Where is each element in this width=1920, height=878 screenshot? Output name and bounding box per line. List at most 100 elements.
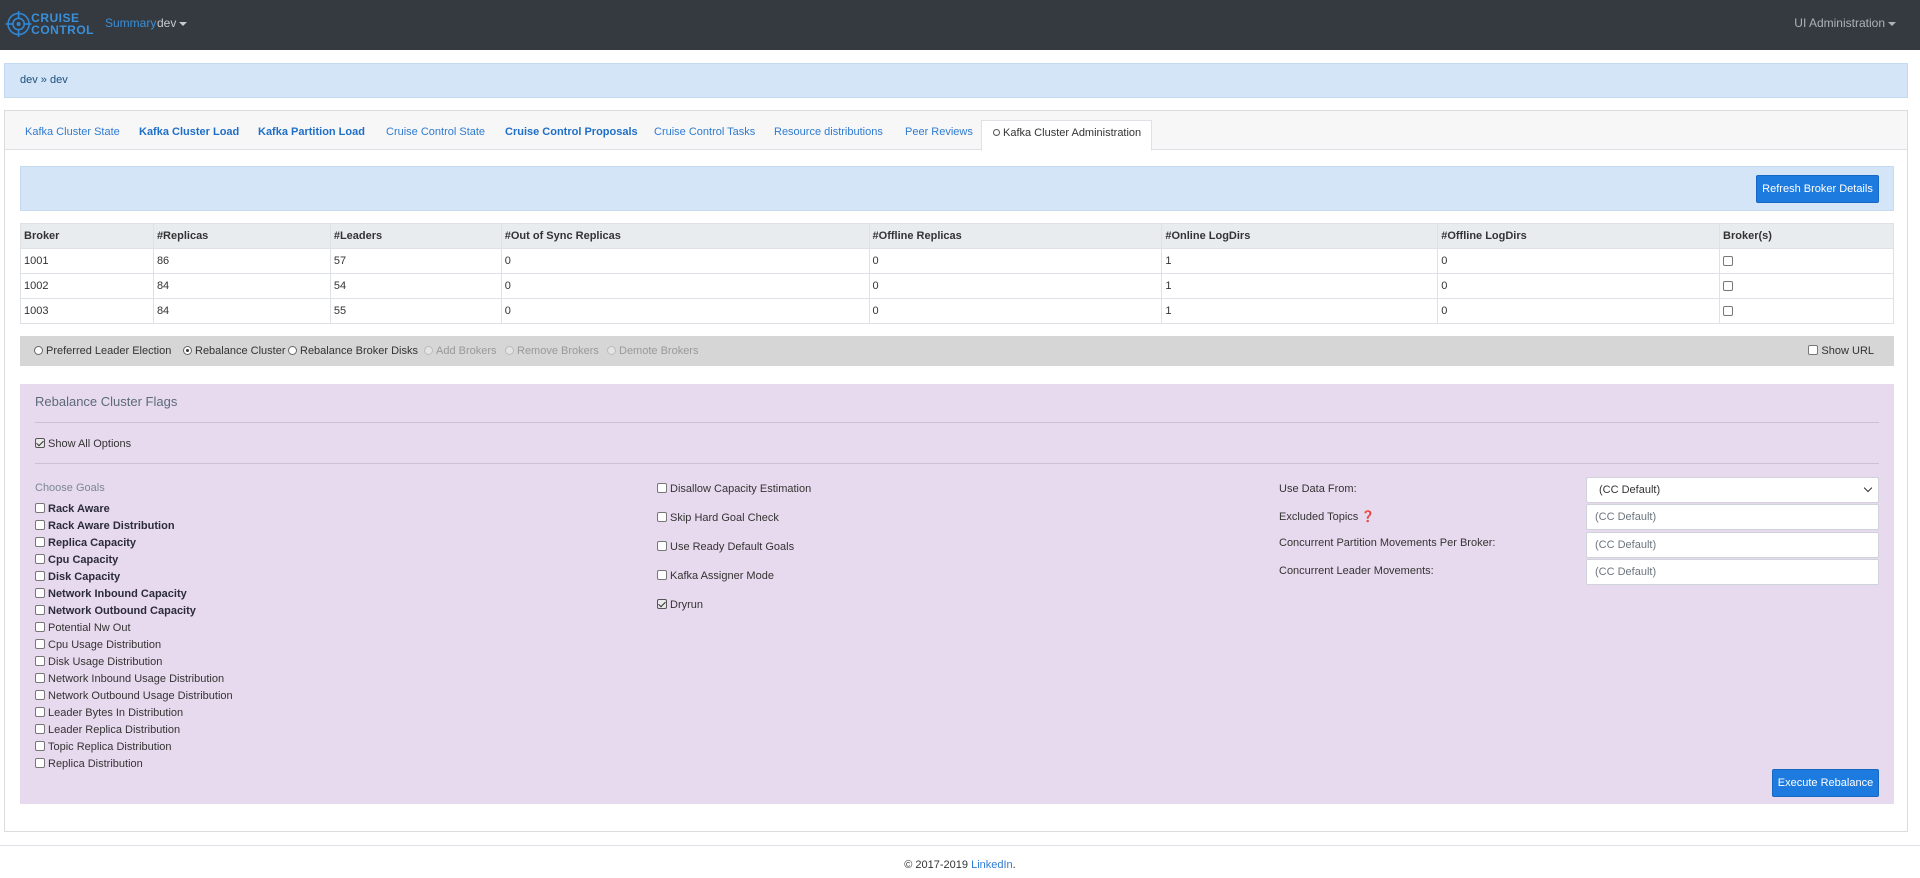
- goal-disk-usage-distribution[interactable]: Disk Usage Distribution: [35, 656, 162, 668]
- goal-checkbox[interactable]: [35, 588, 45, 598]
- help-icon[interactable]: ❓: [1361, 511, 1375, 523]
- use-data-from-label: Use Data From:: [1279, 483, 1357, 495]
- excluded-topics-label: Excluded Topics ❓: [1279, 510, 1375, 523]
- radio-label: Preferred Leader Election: [46, 345, 172, 357]
- goal-replica-distribution[interactable]: Replica Distribution: [35, 758, 143, 770]
- goal-leader-replica-distribution[interactable]: Leader Replica Distribution: [35, 724, 180, 736]
- radio-rebalance-broker-disks[interactable]: Rebalance Broker Disks: [288, 345, 418, 357]
- column-header: #Offline Replicas: [868, 223, 1163, 249]
- concurrent-partition-movements-input[interactable]: (CC Default): [1586, 532, 1879, 558]
- goal-network-outbound-capacity[interactable]: Network Outbound Capacity: [35, 605, 196, 617]
- goal-topic-replica-distribution[interactable]: Topic Replica Distribution: [35, 741, 172, 753]
- goal-checkbox[interactable]: [35, 690, 45, 700]
- tab-peer-reviews[interactable]: Peer Reviews: [905, 126, 973, 138]
- goal-checkbox[interactable]: [35, 707, 45, 717]
- goal-disk-capacity[interactable]: Disk Capacity: [35, 571, 120, 583]
- show-url-toggle[interactable]: Show URL: [1808, 345, 1874, 357]
- tab-cruise-control-tasks[interactable]: Cruise Control Tasks: [654, 126, 755, 138]
- concurrent-leader-movements-input[interactable]: (CC Default): [1586, 559, 1879, 585]
- tab-kafka-partition-load[interactable]: Kafka Partition Load: [258, 126, 365, 138]
- show-all-options-checkbox[interactable]: [35, 438, 45, 448]
- use-data-from-select[interactable]: (CC Default): [1586, 477, 1879, 503]
- goal-checkbox[interactable]: [35, 758, 45, 768]
- flags-title: Rebalance Cluster Flags: [35, 394, 178, 409]
- goal-label: Rack Aware Distribution: [48, 520, 175, 532]
- chevron-down-icon: [1888, 21, 1896, 26]
- tab-cruise-control-proposals[interactable]: Cruise Control Proposals: [505, 126, 638, 138]
- option-label: Dryrun: [670, 599, 704, 611]
- option-use-ready-default-goals[interactable]: Use Ready Default Goals: [657, 541, 794, 553]
- broker-select-checkbox[interactable]: [1723, 306, 1734, 317]
- tab-cruise-control-state[interactable]: Cruise Control State: [386, 126, 485, 138]
- option-checkbox[interactable]: [657, 599, 667, 609]
- brand-logo[interactable]: CRUISE CONTROL: [4, 5, 94, 43]
- option-skip-hard-goal-check[interactable]: Skip Hard Goal Check: [657, 512, 779, 524]
- show-all-options-toggle[interactable]: Show All Options: [35, 438, 131, 450]
- radio-button[interactable]: [288, 346, 297, 355]
- table-cell: 1001: [20, 248, 154, 274]
- excluded-topics-text: Excluded Topics: [1279, 511, 1359, 523]
- option-disallow-capacity-estimation[interactable]: Disallow Capacity Estimation: [657, 483, 811, 495]
- goal-label: Replica Capacity: [48, 537, 137, 549]
- broker-select-checkbox[interactable]: [1723, 256, 1734, 267]
- goal-checkbox[interactable]: [35, 673, 45, 683]
- breadcrumb: dev » dev: [4, 63, 1908, 98]
- goal-checkbox[interactable]: [35, 724, 45, 734]
- ui-administration-dropdown[interactable]: UI Administration: [1794, 16, 1896, 30]
- goal-checkbox[interactable]: [35, 503, 45, 513]
- option-dryrun[interactable]: Dryrun: [657, 599, 703, 611]
- show-url-label: Show URL: [1821, 345, 1874, 357]
- option-kafka-assigner-mode[interactable]: Kafka Assigner Mode: [657, 570, 774, 582]
- goal-checkbox[interactable]: [35, 537, 45, 547]
- table-row: 1001 86 57 0 0 1 0: [20, 248, 1894, 274]
- choose-goals-heading: Choose Goals: [35, 482, 105, 494]
- radio-label: Remove Brokers: [517, 345, 599, 357]
- table-cell: 0: [500, 273, 870, 299]
- goal-network-outbound-usage-distribution[interactable]: Network Outbound Usage Distribution: [35, 690, 233, 702]
- goal-rack-aware-distribution[interactable]: Rack Aware Distribution: [35, 520, 175, 532]
- concurrent-partition-movements-label: Concurrent Partition Movements Per Broke…: [1279, 537, 1496, 549]
- goal-checkbox[interactable]: [35, 554, 45, 564]
- refresh-broker-details-button[interactable]: Refresh Broker Details: [1756, 175, 1879, 203]
- goal-checkbox[interactable]: [35, 571, 45, 581]
- tab-resource-distributions[interactable]: Resource distributions: [774, 126, 883, 138]
- goal-potential-nw-out[interactable]: Potential Nw Out: [35, 622, 131, 634]
- goal-checkbox[interactable]: [35, 639, 45, 649]
- excluded-topics-input[interactable]: (CC Default): [1586, 504, 1879, 530]
- goal-checkbox[interactable]: [35, 656, 45, 666]
- goal-checkbox[interactable]: [35, 605, 45, 615]
- goal-checkbox[interactable]: [35, 520, 45, 530]
- broker-select-checkbox[interactable]: [1723, 281, 1734, 292]
- nav-summary-link[interactable]: Summary: [105, 16, 156, 30]
- tab-kafka-cluster-state[interactable]: Kafka Cluster State: [25, 126, 120, 138]
- goal-checkbox[interactable]: [35, 622, 45, 632]
- goal-network-inbound-usage-distribution[interactable]: Network Inbound Usage Distribution: [35, 673, 224, 685]
- goal-replica-capacity[interactable]: Replica Capacity: [35, 537, 136, 549]
- cluster-dropdown[interactable]: dev: [157, 16, 188, 30]
- goal-rack-aware[interactable]: Rack Aware: [35, 503, 110, 515]
- goal-cpu-capacity[interactable]: Cpu Capacity: [35, 554, 118, 566]
- option-checkbox[interactable]: [657, 512, 667, 522]
- goal-checkbox[interactable]: [35, 741, 45, 751]
- goal-network-inbound-capacity[interactable]: Network Inbound Capacity: [35, 588, 187, 600]
- radio-rebalance-cluster[interactable]: Rebalance Cluster: [183, 345, 286, 357]
- radio-button[interactable]: [34, 346, 43, 355]
- column-header: #Offline LogDirs: [1437, 223, 1721, 249]
- column-header: #Online LogDirs: [1161, 223, 1439, 249]
- goal-label: Cpu Capacity: [48, 554, 119, 566]
- option-checkbox[interactable]: [657, 541, 667, 551]
- goal-cpu-usage-distribution[interactable]: Cpu Usage Distribution: [35, 639, 161, 651]
- show-url-checkbox[interactable]: [1808, 345, 1819, 355]
- table-cell: 0: [1437, 273, 1721, 299]
- radio-preferred-leader-election[interactable]: Preferred Leader Election: [34, 345, 171, 357]
- option-checkbox[interactable]: [657, 570, 667, 580]
- tab-kafka-cluster-administration[interactable]: Kafka Cluster Administration: [981, 120, 1152, 151]
- radio-button[interactable]: [183, 346, 192, 355]
- column-header: #Out of Sync Replicas: [500, 223, 870, 249]
- footer-linkedin-link[interactable]: LinkedIn: [971, 859, 1013, 871]
- table-cell: [1719, 273, 1894, 299]
- goal-leader-bytes-in-distribution[interactable]: Leader Bytes In Distribution: [35, 707, 183, 719]
- option-checkbox[interactable]: [657, 483, 667, 493]
- tab-kafka-cluster-load[interactable]: Kafka Cluster Load: [139, 126, 239, 138]
- execute-rebalance-button[interactable]: Execute Rebalance: [1772, 769, 1879, 797]
